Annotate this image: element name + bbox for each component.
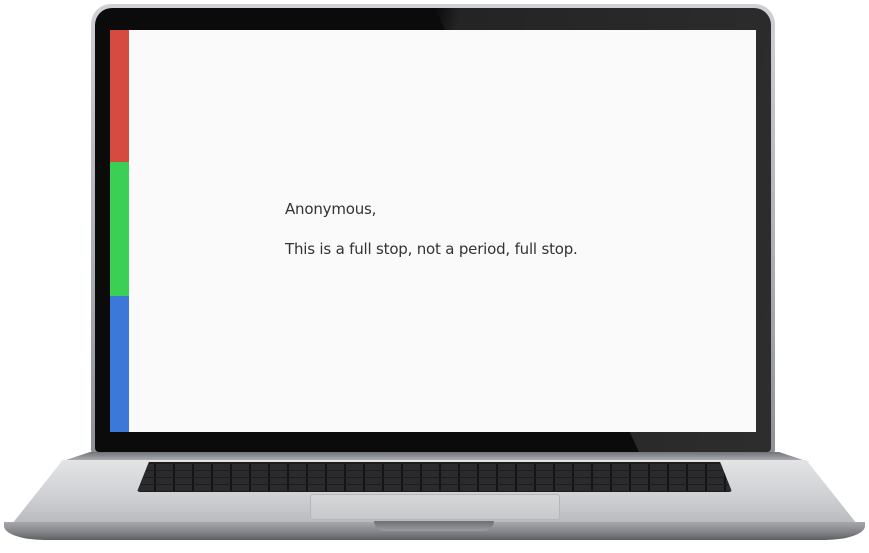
accent-bar-green [110,162,129,296]
accent-bar-blue [110,296,129,432]
message-salutation: Anonymous, [285,200,377,218]
message-block: Anonymous, This is a full stop, not a pe… [285,200,578,258]
key-row [137,464,732,470]
key-row [137,478,732,484]
key-row [137,471,732,477]
laptop-screen: Anonymous, This is a full stop, not a pe… [110,30,756,432]
laptop-mockup: Anonymous, This is a full stop, not a pe… [0,0,869,553]
accent-bar-red [110,30,129,162]
keyboard [137,462,732,492]
message-body: This is a full stop, not a period, full … [285,240,578,258]
key-row [137,485,732,491]
lid-opening-notch [374,521,494,531]
trackpad [310,494,560,520]
